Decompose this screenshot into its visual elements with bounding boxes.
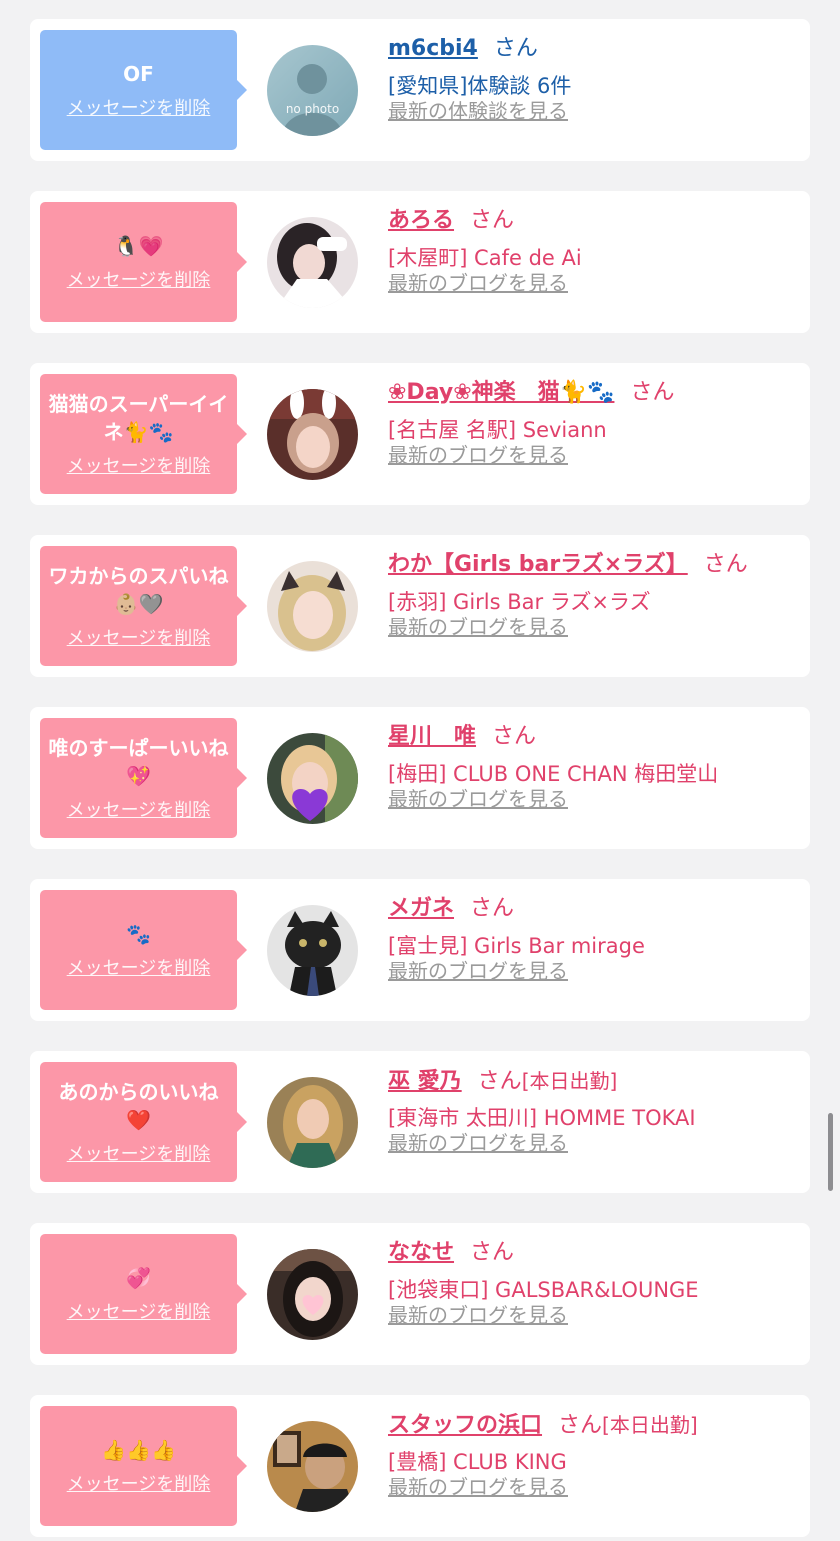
user-info: ❀Day❀神楽 猫🐈🐾 さん [名古屋 名駅] Seviann 最新のブログを見る: [388, 377, 798, 467]
attendance-tag: [本日出勤]: [602, 1413, 698, 1437]
avatar[interactable]: [267, 733, 358, 824]
user-name-link[interactable]: 星川 唯: [388, 724, 476, 749]
honorific: さん: [477, 1069, 522, 1094]
honorific: さん: [493, 36, 538, 61]
delete-message-link[interactable]: メッセージを削除: [67, 800, 211, 822]
avatar[interactable]: [267, 217, 358, 308]
honorific: さん: [703, 552, 748, 577]
shop-info: [木屋町] Cafe de Ai: [388, 246, 582, 270]
message-text: あのからのいいね❤️: [58, 1080, 219, 1132]
honorific: さん: [630, 380, 675, 405]
shop-info: [豊橋] CLUB KING: [388, 1450, 567, 1474]
user-info: 星川 唯さん [梅田] CLUB ONE CHAN 梅田堂山 最新のブログを見る: [388, 721, 798, 811]
message-text: 猫猫のスーパーイイネ🐈🐾: [48, 392, 229, 444]
user-name-link[interactable]: メガネ: [388, 896, 454, 921]
honorific: さん: [470, 1240, 515, 1265]
user-info: m6cbi4 さん [愛知県]体験談 6件 最新の体験談を見る: [388, 33, 798, 123]
avatar[interactable]: [267, 905, 358, 996]
shop-info: [赤羽] Girls Bar ラズ×ラズ: [388, 590, 651, 614]
message-text: 👍👍👍: [101, 1438, 176, 1462]
list-item: あのからのいいね❤️ メッセージを削除 巫 愛乃 さん[本日出勤] [東海市 太田…: [30, 1051, 810, 1193]
delete-message-link[interactable]: メッセージを削除: [67, 98, 211, 120]
message-bubble: 👍👍👍 メッセージを削除: [40, 1406, 247, 1526]
latest-post-link[interactable]: 最新のブログを見る: [388, 615, 568, 639]
message-bubble: 🐧💗 メッセージを削除: [40, 202, 247, 322]
message-bubble: 🐾 メッセージを削除: [40, 890, 247, 1010]
list-item: 💞 メッセージを削除 ななせ さん [池袋東口] GALSBAR&LOUNGE 最…: [30, 1223, 810, 1365]
delete-message-link[interactable]: メッセージを削除: [67, 1474, 211, 1496]
avatar[interactable]: [267, 1249, 358, 1340]
user-name-link[interactable]: わか【Girls barラズ×ラズ】: [388, 552, 688, 577]
delete-message-link[interactable]: メッセージを削除: [67, 456, 211, 478]
latest-post-link[interactable]: 最新のブログを見る: [388, 787, 568, 811]
list-item: 👍👍👍 メッセージを削除 スタッフの浜口 さん[本日出勤] [豊橋] CLUB K…: [30, 1395, 810, 1537]
latest-post-link[interactable]: 最新のブログを見る: [388, 959, 568, 983]
user-name-link[interactable]: m6cbi4: [388, 36, 478, 61]
scrollbar[interactable]: [828, 1113, 833, 1191]
avatar[interactable]: [267, 1421, 358, 1512]
user-name-link[interactable]: 巫 愛乃: [388, 1069, 462, 1094]
honorific: さん: [558, 1413, 603, 1438]
message-text: OF: [123, 62, 154, 86]
no-photo-label: no photo: [285, 102, 340, 116]
honorific: さん: [470, 208, 515, 233]
delete-message-link[interactable]: メッセージを削除: [67, 1144, 211, 1166]
user-info: メガネ さん [富士見] Girls Bar mirage 最新のブログを見る: [388, 893, 798, 983]
user-info: ななせ さん [池袋東口] GALSBAR&LOUNGE 最新のブログを見る: [388, 1237, 798, 1327]
message-text: 💞: [126, 1266, 151, 1290]
shop-info: [愛知県]体験談 6件: [388, 74, 572, 98]
attendance-tag: [本日出勤]: [521, 1069, 618, 1093]
avatar[interactable]: [267, 561, 358, 652]
message-list: OF メッセージを削除 no photo m6cbi4 さん [愛知県]体験談 6…: [0, 0, 840, 1541]
honorific: さん: [470, 896, 515, 921]
delete-message-link[interactable]: メッセージを削除: [67, 628, 211, 650]
message-bubble: ワカからのスパいね👶🏼🩶 メッセージを削除: [40, 546, 247, 666]
message-bubble: あのからのいいね❤️ メッセージを削除: [40, 1062, 247, 1182]
message-bubble: 猫猫のスーパーイイネ🐈🐾 メッセージを削除: [40, 374, 247, 494]
honorific: さん: [492, 724, 537, 749]
user-info: あろる さん [木屋町] Cafe de Ai 最新のブログを見る: [388, 205, 798, 295]
latest-post-link[interactable]: 最新のブログを見る: [388, 443, 568, 467]
shop-info: [池袋東口] GALSBAR&LOUNGE: [388, 1278, 699, 1302]
message-bubble: 💞 メッセージを削除: [40, 1234, 247, 1354]
message-text: 🐧💗: [113, 234, 164, 258]
message-text: ワカからのスパいね👶🏼🩶: [48, 564, 229, 616]
list-item: 🐾 メッセージを削除 メガネ さん [富士見] Girls Bar mirage …: [30, 879, 810, 1021]
latest-post-link[interactable]: 最新のブログを見る: [388, 1475, 568, 1499]
user-name-link[interactable]: あろる: [388, 208, 454, 233]
avatar[interactable]: [267, 389, 358, 480]
shop-info: [東海市 太田川] HOMME TOKAI: [388, 1106, 696, 1130]
user-info: スタッフの浜口 さん[本日出勤] [豊橋] CLUB KING 最新のブログを見る: [388, 1409, 798, 1499]
list-item: 🐧💗 メッセージを削除 あろる さん [木屋町] Cafe de Ai 最新のブロ…: [30, 191, 810, 333]
latest-post-link[interactable]: 最新のブログを見る: [388, 271, 568, 295]
delete-message-link[interactable]: メッセージを削除: [67, 958, 211, 980]
latest-post-link[interactable]: 最新のブログを見る: [388, 1303, 568, 1327]
shop-info: [名古屋 名駅] Seviann: [388, 418, 607, 442]
user-name-link[interactable]: ななせ: [388, 1240, 454, 1265]
list-item: 唯のすーぱーいいね💖 メッセージを削除 星川 唯さん [梅田] CLUB ONE…: [30, 707, 810, 849]
shop-info: [富士見] Girls Bar mirage: [388, 934, 645, 958]
message-text: 🐾: [126, 922, 151, 946]
latest-post-link[interactable]: 最新のブログを見る: [388, 1131, 568, 1155]
user-name-link[interactable]: スタッフの浜口: [388, 1413, 542, 1438]
avatar[interactable]: [267, 1077, 358, 1168]
delete-message-link[interactable]: メッセージを削除: [67, 270, 211, 292]
message-bubble: 唯のすーぱーいいね💖 メッセージを削除: [40, 718, 247, 838]
delete-message-link[interactable]: メッセージを削除: [67, 1302, 211, 1324]
user-name-link[interactable]: ❀Day❀神楽 猫🐈🐾: [388, 380, 614, 405]
message-bubble: OF メッセージを削除: [40, 30, 247, 150]
latest-post-link[interactable]: 最新の体験談を見る: [388, 99, 568, 123]
user-info: 巫 愛乃 さん[本日出勤] [東海市 太田川] HOMME TOKAI 最新のブロ…: [388, 1065, 798, 1155]
shop-info: [梅田] CLUB ONE CHAN 梅田堂山: [388, 762, 719, 786]
list-item: ワカからのスパいね👶🏼🩶 メッセージを削除 わか【Girls barラズ×ラズ】…: [30, 535, 810, 677]
list-item: 猫猫のスーパーイイネ🐈🐾 メッセージを削除 ❀Day❀神楽 猫🐈🐾 さん [名古屋…: [30, 363, 810, 505]
list-item: OF メッセージを削除 no photo m6cbi4 さん [愛知県]体験談 6…: [30, 19, 810, 161]
avatar[interactable]: no photo: [267, 45, 358, 136]
message-text: 唯のすーぱーいいね💖: [48, 736, 229, 788]
user-info: わか【Girls barラズ×ラズ】 さん [赤羽] Girls Bar ラズ×ラ…: [388, 549, 798, 639]
